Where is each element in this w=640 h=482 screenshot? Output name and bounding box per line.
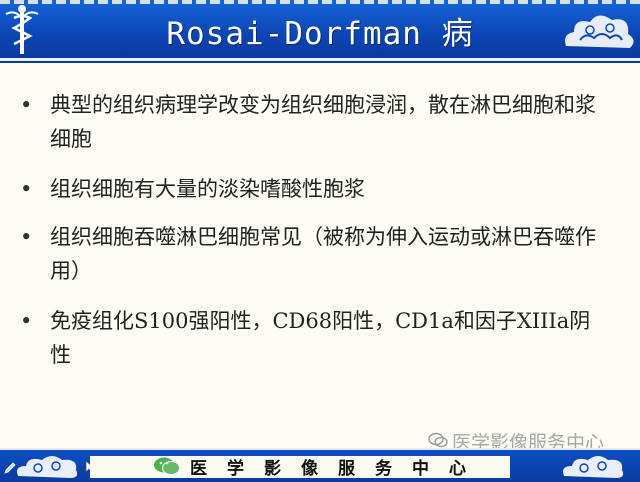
bullet-marker: • (20, 309, 33, 333)
wechat-icon (154, 457, 180, 475)
slide-header: Rosai-Dorfman 病 (0, 0, 640, 61)
header-decor-stripe (0, 0, 640, 4)
cloud-ornament-icon (565, 15, 634, 49)
bullet-marker: • (20, 225, 33, 249)
bullet-marker: • (20, 177, 33, 201)
bullet-text: 组织细胞吞噬淋巴细胞常见（被称为伸入运动或淋巴吞噬作用） (50, 225, 596, 283)
bullet-item: • 典型的组织病理学改变为组织细胞浸润，散在淋巴细胞和浆细胞 (20, 88, 610, 156)
footer-text: 医学影像服务中心 (190, 459, 486, 479)
bullet-item: • 组织细胞吞噬淋巴细胞常见（被称为伸入运动或淋巴吞噬作用） (20, 220, 610, 288)
bullet-text: 典型的组织病理学改变为组织细胞浸润，散在淋巴细胞和浆细胞 (50, 93, 596, 151)
bullet-item: • 组织细胞有大量的淡染嗜酸性胞浆 (20, 172, 610, 206)
slide-body: • 典型的组织病理学改变为组织细胞浸润，散在淋巴细胞和浆细胞 • 组织细胞有大量… (0, 72, 640, 442)
bullet-marker: • (20, 93, 33, 117)
wechat-watermark-icon (428, 432, 448, 448)
bullet-text: 免疫组化S100强阳性，CD68阳性，CD1a和因子XIIIa阴性 (50, 309, 591, 367)
cloud-ornament-icon (563, 456, 624, 478)
slide-title: Rosai-Dorfman 病 (166, 16, 474, 52)
slide-footer: 医学影像服务中心 (0, 448, 640, 482)
bullet-text: 组织细胞有大量的淡染嗜酸性胞浆 (50, 177, 365, 201)
bullet-item: • 免疫组化S100强阳性，CD68阳性，CD1a和因子XIIIa阴性 (20, 304, 610, 372)
cloud-ornament-icon (17, 456, 78, 478)
